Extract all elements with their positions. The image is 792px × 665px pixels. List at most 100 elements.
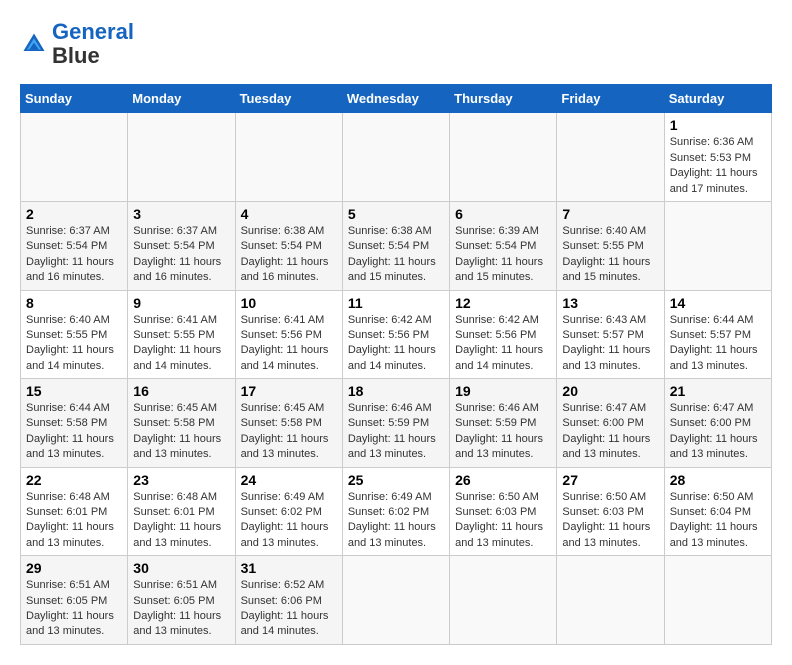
calendar-cell: 8Sunrise: 6:40 AMSunset: 5:55 PMDaylight… [21, 290, 128, 379]
calendar-cell [450, 556, 557, 645]
calendar-cell: 29 Sunrise: 6:51 AMSunset: 6:05 PMDayligh… [21, 556, 128, 645]
day-number: 20 [562, 383, 658, 399]
calendar-cell: 7 Sunrise: 6:40 AMSunset: 5:55 PMDaylight… [557, 201, 664, 290]
day-info: Sunrise: 6:50 AMSunset: 6:03 PMDaylight:… [562, 490, 658, 552]
calendar-cell: 31 Sunrise: 6:52 AMSunset: 6:06 PMDayligh… [235, 556, 342, 645]
weekday-header-sunday: Sunday [21, 85, 128, 113]
calendar-cell [342, 113, 449, 202]
day-info: Sunrise: 6:40 AMSunset: 5:55 PMDaylight:… [562, 224, 658, 286]
calendar-cell: 24 Sunrise: 6:49 AMSunset: 6:02 PMDayligh… [235, 467, 342, 556]
logo-icon [20, 30, 48, 58]
day-number: 23 [133, 472, 229, 488]
day-number: 7 [562, 206, 658, 222]
day-number: 21 [670, 383, 766, 399]
day-info: Sunrise: 6:49 AMSunset: 6:02 PMDaylight:… [348, 490, 444, 552]
day-info: Sunrise: 6:44 AMSunset: 5:58 PMDaylight:… [26, 401, 122, 463]
day-info: Sunrise: 6:38 AMSunset: 5:54 PMDaylight:… [241, 224, 337, 286]
calendar-cell: 6 Sunrise: 6:39 AMSunset: 5:54 PMDaylight… [450, 201, 557, 290]
day-number: 17 [241, 383, 337, 399]
day-number: 29 [26, 560, 122, 576]
calendar-cell: 26Sunrise: 6:50 AMSunset: 6:03 PMDayligh… [450, 467, 557, 556]
day-number: 30 [133, 560, 229, 576]
calendar-cell: 18 Sunrise: 6:46 AMSunset: 5:59 PMDayligh… [342, 379, 449, 468]
weekday-header-thursday: Thursday [450, 85, 557, 113]
day-info: Sunrise: 6:46 AMSunset: 5:59 PMDaylight:… [348, 401, 444, 463]
day-number: 15 [26, 383, 122, 399]
day-info: Sunrise: 6:47 AMSunset: 6:00 PMDaylight:… [562, 401, 658, 463]
calendar-cell: 9Sunrise: 6:41 AMSunset: 5:55 PMDaylight… [128, 290, 235, 379]
day-info: Sunrise: 6:42 AMSunset: 5:56 PMDaylight:… [348, 313, 444, 375]
day-number: 27 [562, 472, 658, 488]
day-number: 8 [26, 295, 122, 311]
day-info: Sunrise: 6:47 AMSunset: 6:00 PMDaylight:… [670, 401, 766, 463]
calendar-cell: 28Sunrise: 6:50 AMSunset: 6:04 PMDayligh… [664, 467, 771, 556]
day-number: 2 [26, 206, 122, 222]
day-info: Sunrise: 6:52 AMSunset: 6:06 PMDaylight:… [241, 578, 337, 640]
calendar-cell: 11 Sunrise: 6:42 AMSunset: 5:56 PMDayligh… [342, 290, 449, 379]
day-info: Sunrise: 6:48 AMSunset: 6:01 PMDaylight:… [26, 490, 122, 552]
calendar-week-3: 8Sunrise: 6:40 AMSunset: 5:55 PMDaylight… [21, 290, 772, 379]
calendar-week-2: 2 Sunrise: 6:37 AMSunset: 5:54 PMDaylight… [21, 201, 772, 290]
calendar-cell [21, 113, 128, 202]
calendar-cell: 4 Sunrise: 6:38 AMSunset: 5:54 PMDaylight… [235, 201, 342, 290]
weekday-header-saturday: Saturday [664, 85, 771, 113]
calendar-week-4: 15 Sunrise: 6:44 AMSunset: 5:58 PMDayligh… [21, 379, 772, 468]
weekday-header-row: SundayMondayTuesdayWednesdayThursdayFrid… [21, 85, 772, 113]
calendar-cell: 23 Sunrise: 6:48 AMSunset: 6:01 PMDayligh… [128, 467, 235, 556]
day-info: Sunrise: 6:50 AMSunset: 6:03 PMDaylight:… [455, 490, 551, 552]
day-number: 11 [348, 295, 444, 311]
calendar-cell: 27 Sunrise: 6:50 AMSunset: 6:03 PMDayligh… [557, 467, 664, 556]
day-number: 6 [455, 206, 551, 222]
day-number: 31 [241, 560, 337, 576]
day-info: Sunrise: 6:37 AMSunset: 5:54 PMDaylight:… [133, 224, 229, 286]
logo-text: GeneralBlue [52, 20, 134, 68]
day-info: Sunrise: 6:39 AMSunset: 5:54 PMDaylight:… [455, 224, 551, 286]
calendar-cell: 10Sunrise: 6:41 AMSunset: 5:56 PMDayligh… [235, 290, 342, 379]
calendar-cell: 30 Sunrise: 6:51 AMSunset: 6:05 PMDayligh… [128, 556, 235, 645]
day-info: Sunrise: 6:43 AMSunset: 5:57 PMDaylight:… [562, 313, 658, 375]
day-info: Sunrise: 6:42 AMSunset: 5:56 PMDaylight:… [455, 313, 551, 375]
day-info: Sunrise: 6:48 AMSunset: 6:01 PMDaylight:… [133, 490, 229, 552]
calendar-cell: 12 Sunrise: 6:42 AMSunset: 5:56 PMDayligh… [450, 290, 557, 379]
weekday-header-friday: Friday [557, 85, 664, 113]
day-info: Sunrise: 6:44 AMSunset: 5:57 PMDaylight:… [670, 313, 766, 375]
calendar-cell [342, 556, 449, 645]
day-number: 3 [133, 206, 229, 222]
day-number: 5 [348, 206, 444, 222]
day-number: 16 [133, 383, 229, 399]
weekday-header-monday: Monday [128, 85, 235, 113]
calendar-table: SundayMondayTuesdayWednesdayThursdayFrid… [20, 84, 772, 644]
calendar-week-1: 1 Sunrise: 6:36 AMSunset: 5:53 PMDaylight… [21, 113, 772, 202]
calendar-week-5: 22 Sunrise: 6:48 AMSunset: 6:01 PMDayligh… [21, 467, 772, 556]
day-number: 13 [562, 295, 658, 311]
calendar-cell [128, 113, 235, 202]
logo: GeneralBlue [20, 20, 134, 68]
day-info: Sunrise: 6:46 AMSunset: 5:59 PMDaylight:… [455, 401, 551, 463]
calendar-cell: 13 Sunrise: 6:43 AMSunset: 5:57 PMDayligh… [557, 290, 664, 379]
day-number: 18 [348, 383, 444, 399]
weekday-header-tuesday: Tuesday [235, 85, 342, 113]
calendar-cell: 3 Sunrise: 6:37 AMSunset: 5:54 PMDaylight… [128, 201, 235, 290]
day-info: Sunrise: 6:50 AMSunset: 6:04 PMDaylight:… [670, 490, 766, 552]
day-number: 22 [26, 472, 122, 488]
calendar-cell: 17 Sunrise: 6:45 AMSunset: 5:58 PMDayligh… [235, 379, 342, 468]
calendar-week-6: 29 Sunrise: 6:51 AMSunset: 6:05 PMDayligh… [21, 556, 772, 645]
day-info: Sunrise: 6:49 AMSunset: 6:02 PMDaylight:… [241, 490, 337, 552]
day-number: 14 [670, 295, 766, 311]
day-number: 4 [241, 206, 337, 222]
day-info: Sunrise: 6:51 AMSunset: 6:05 PMDaylight:… [133, 578, 229, 640]
day-number: 12 [455, 295, 551, 311]
day-info: Sunrise: 6:37 AMSunset: 5:54 PMDaylight:… [26, 224, 122, 286]
weekday-header-wednesday: Wednesday [342, 85, 449, 113]
day-info: Sunrise: 6:45 AMSunset: 5:58 PMDaylight:… [241, 401, 337, 463]
calendar-cell: 25Sunrise: 6:49 AMSunset: 6:02 PMDayligh… [342, 467, 449, 556]
day-number: 1 [670, 117, 766, 133]
calendar-cell [557, 556, 664, 645]
calendar-cell: 5Sunrise: 6:38 AMSunset: 5:54 PMDaylight… [342, 201, 449, 290]
calendar-cell: 20 Sunrise: 6:47 AMSunset: 6:00 PMDayligh… [557, 379, 664, 468]
day-info: Sunrise: 6:36 AMSunset: 5:53 PMDaylight:… [670, 135, 766, 197]
page-header: GeneralBlue [20, 20, 772, 68]
calendar-cell: 1 Sunrise: 6:36 AMSunset: 5:53 PMDaylight… [664, 113, 771, 202]
day-number: 24 [241, 472, 337, 488]
day-info: Sunrise: 6:51 AMSunset: 6:05 PMDaylight:… [26, 578, 122, 640]
